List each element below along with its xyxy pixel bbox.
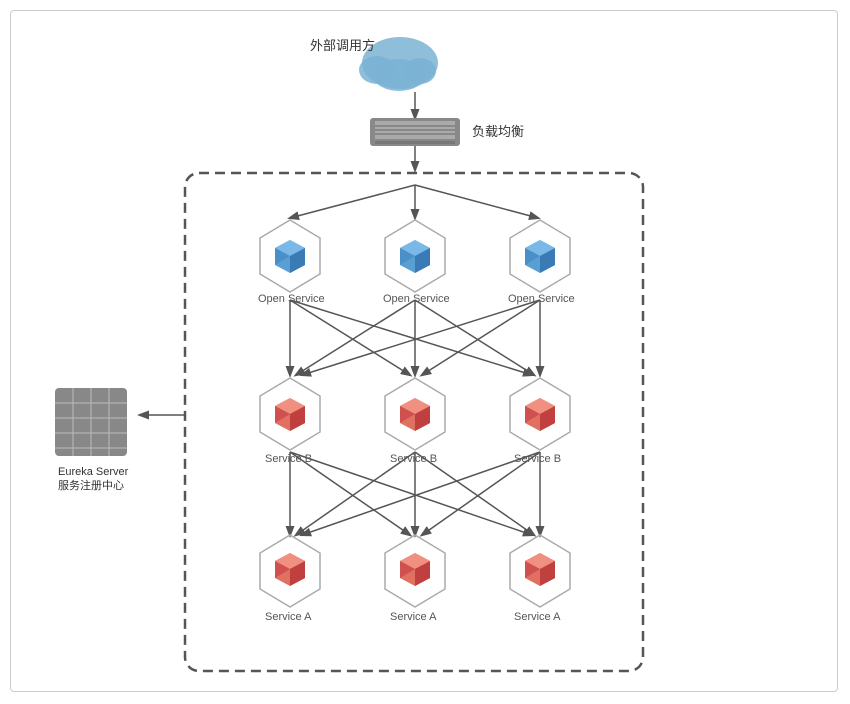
- outer-border: [10, 10, 838, 692]
